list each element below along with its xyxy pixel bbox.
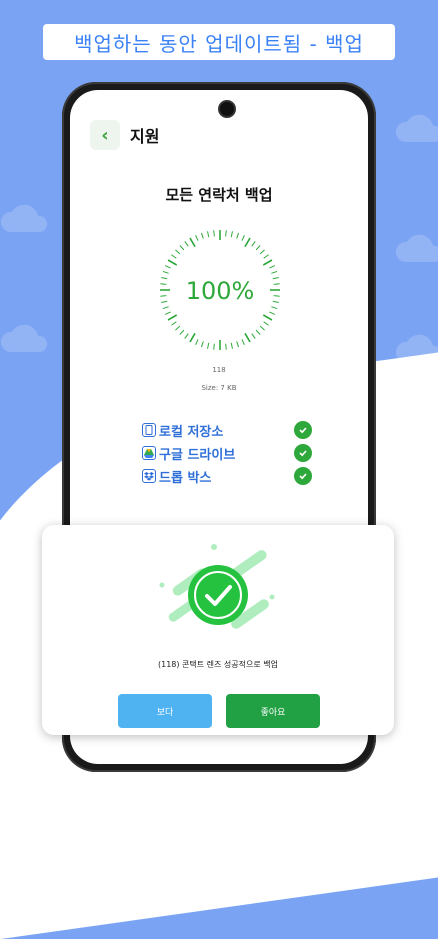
page-title: 지원 [130, 127, 160, 146]
service-label: 드롭 박스 [159, 470, 212, 486]
service-dropbox: 드롭 박스 [142, 466, 312, 486]
gauge-tick [271, 306, 278, 310]
cloud-icon [396, 114, 438, 142]
gauge-tick [263, 321, 269, 326]
gauge-tick [171, 254, 177, 259]
gauge-tick [175, 249, 181, 255]
gauge-tick [162, 306, 169, 310]
service-label: 구글 드라이브 [159, 447, 236, 463]
gauge-tick [272, 300, 279, 303]
gauge-tick [167, 314, 178, 321]
gauge-tick [164, 311, 171, 315]
gauge-tick [273, 295, 280, 297]
gauge-tick [230, 231, 233, 238]
success-illustration [159, 544, 275, 629]
gauge-tick [259, 325, 265, 331]
service-local-storage: 로컬 저장소 [142, 420, 312, 440]
gauge-tick [161, 277, 168, 280]
progress-gauge: 100% [160, 230, 280, 350]
cloud-icon [396, 334, 438, 362]
gauge-tick [200, 341, 204, 348]
gauge-tick [195, 339, 199, 346]
dropbox-icon [142, 469, 156, 483]
progress-percent: 100% [186, 277, 255, 305]
gauge-tick [255, 245, 261, 251]
gauge-tick [179, 329, 185, 335]
gauge-tick [207, 342, 210, 349]
backup-size: Size: 7 KB [201, 384, 237, 392]
check-icon [294, 444, 312, 462]
backup-headline: 모든 연락처 백업 [165, 186, 273, 204]
gauge-tick [263, 254, 269, 259]
gauge-tick [167, 259, 178, 266]
cloud-icon [0, 204, 48, 232]
phone-storage-icon [142, 423, 156, 437]
gauge-tick [200, 232, 204, 239]
success-message: (118) 콘택트 렌즈 성공적으로 백업 [157, 660, 278, 669]
gauge-tick [271, 270, 278, 274]
gauge-tick [269, 311, 276, 315]
chevron-left-icon: ‹ [101, 124, 109, 146]
gauge-tick [160, 283, 167, 285]
app-header: ‹ 지원 [90, 120, 159, 150]
contact-count: 118 [212, 366, 226, 374]
gauge-tick [160, 295, 167, 297]
gauge-tick [189, 332, 196, 343]
gauge-tick [161, 300, 168, 303]
google-drive-icon [142, 446, 156, 460]
gauge-tick [236, 341, 240, 348]
gauge-tick [164, 265, 171, 269]
gauge-tick [230, 342, 233, 349]
gauge-tick [207, 231, 210, 238]
gauge-tick [241, 234, 245, 241]
gauge-tick [195, 234, 199, 241]
promo-banner: 백업하는 동안 업데이트됨 - 백업 [43, 24, 395, 60]
cloud-icon [0, 324, 48, 352]
gauge-tick [259, 249, 265, 255]
success-dialog: (118) 콘택트 렌즈 성공적으로 백업 보다 좋아요 [42, 525, 394, 735]
gauge-tick [262, 259, 273, 266]
gauge-tick [244, 332, 251, 343]
gauge-tick [171, 321, 177, 326]
cloud-icon [396, 234, 438, 262]
gauge-tick [175, 325, 181, 331]
gauge-tick [184, 333, 189, 339]
camera-icon [218, 100, 236, 118]
check-icon [294, 467, 312, 485]
ok-button[interactable]: 좋아요 [226, 694, 320, 728]
gauge-tick [225, 343, 227, 350]
gauge-tick [225, 230, 227, 237]
back-button[interactable]: ‹ [90, 120, 120, 150]
gauge-tick [241, 339, 245, 346]
gauge-tick [189, 237, 196, 248]
gauge-tick [213, 230, 215, 237]
gauge-tick [244, 237, 251, 248]
service-label: 로컬 저장소 [159, 424, 224, 440]
gauge-tick [236, 232, 240, 239]
gauge-tick [179, 245, 185, 251]
gauge-tick [162, 270, 169, 274]
gauge-tick [273, 283, 280, 285]
check-icon [294, 421, 312, 439]
gauge-tick [213, 343, 215, 350]
view-button[interactable]: 보다 [118, 694, 212, 728]
gauge-tick [269, 265, 276, 269]
gauge-tick [255, 329, 261, 335]
gauge-tick [262, 314, 273, 321]
gauge-tick [184, 241, 189, 247]
gauge-tick [251, 241, 256, 247]
gauge-tick [251, 333, 256, 339]
service-google-drive: 구글 드라이브 [142, 443, 312, 463]
gauge-tick [272, 277, 279, 280]
